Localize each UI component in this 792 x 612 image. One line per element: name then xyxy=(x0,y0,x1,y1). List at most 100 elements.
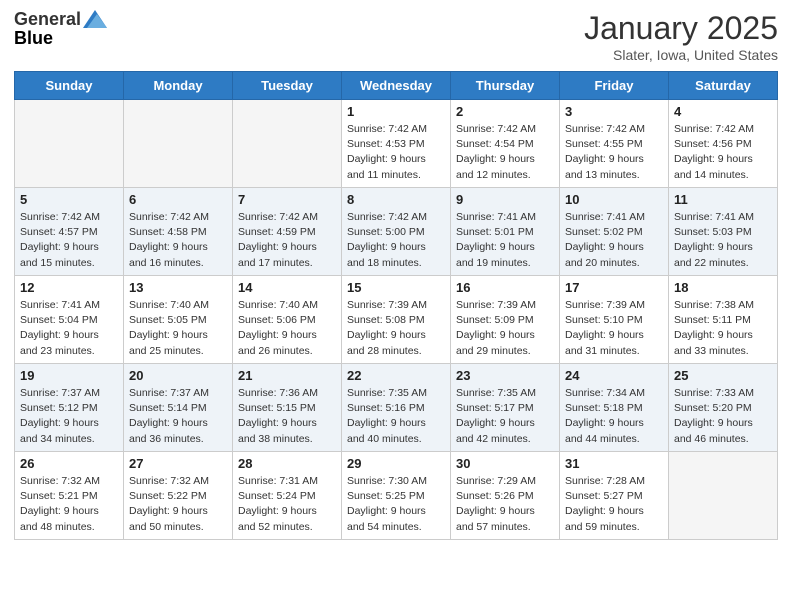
day-header-monday: Monday xyxy=(124,72,233,100)
day-detail: Sunrise: 7:35 AM Sunset: 5:16 PM Dayligh… xyxy=(347,386,445,447)
day-detail: Sunrise: 7:32 AM Sunset: 5:21 PM Dayligh… xyxy=(20,474,118,535)
day-number: 19 xyxy=(20,368,118,383)
day-detail: Sunrise: 7:42 AM Sunset: 4:57 PM Dayligh… xyxy=(20,210,118,271)
day-number: 9 xyxy=(456,192,554,207)
day-detail: Sunrise: 7:42 AM Sunset: 4:59 PM Dayligh… xyxy=(238,210,336,271)
calendar-cell xyxy=(15,100,124,188)
title-section: January 2025 Slater, Iowa, United States xyxy=(584,10,778,63)
calendar-cell: 8Sunrise: 7:42 AM Sunset: 5:00 PM Daylig… xyxy=(342,188,451,276)
calendar-table: SundayMondayTuesdayWednesdayThursdayFrid… xyxy=(14,71,778,540)
day-detail: Sunrise: 7:29 AM Sunset: 5:26 PM Dayligh… xyxy=(456,474,554,535)
week-row-1: 1 Sunrise: 7:42 AM Sunset: 4:53 PM Daylig… xyxy=(15,100,778,188)
week-row-3: 12Sunrise: 7:41 AM Sunset: 5:04 PM Dayli… xyxy=(15,276,778,364)
calendar-cell: 10 Sunrise: 7:41 AM Sunset: 5:02 PM Dayli… xyxy=(560,188,669,276)
day-number: 22 xyxy=(347,368,445,383)
day-number: 2 xyxy=(456,104,554,119)
calendar-cell: 15Sunrise: 7:39 AM Sunset: 5:08 PM Dayli… xyxy=(342,276,451,364)
day-number: 20 xyxy=(129,368,227,383)
day-detail: Sunrise: 7:30 AM Sunset: 5:25 PM Dayligh… xyxy=(347,474,445,535)
day-number: 25 xyxy=(674,368,772,383)
day-detail: Sunrise: 7:39 AM Sunset: 5:10 PM Dayligh… xyxy=(565,298,663,359)
day-detail: Sunrise: 7:40 AM Sunset: 5:06 PM Dayligh… xyxy=(238,298,336,359)
day-header-tuesday: Tuesday xyxy=(233,72,342,100)
calendar-cell xyxy=(669,452,778,540)
day-number: 5 xyxy=(20,192,118,207)
day-detail: Sunrise: 7:40 AM Sunset: 5:05 PM Dayligh… xyxy=(129,298,227,359)
logo-text: General xyxy=(14,10,107,28)
header: General Blue January 2025 Slater, Iowa, … xyxy=(14,10,778,63)
logo-icon xyxy=(83,10,107,28)
day-number: 28 xyxy=(238,456,336,471)
day-number: 1 xyxy=(347,104,445,119)
day-number: 23 xyxy=(456,368,554,383)
day-number: 11 xyxy=(674,192,772,207)
calendar-cell: 13 Sunrise: 7:40 AM Sunset: 5:05 PM Dayli… xyxy=(124,276,233,364)
day-detail: Sunrise: 7:31 AM Sunset: 5:24 PM Dayligh… xyxy=(238,474,336,535)
day-detail: Sunrise: 7:42 AM Sunset: 4:54 PM Dayligh… xyxy=(456,122,554,183)
day-number: 14 xyxy=(238,280,336,295)
day-detail: Sunrise: 7:41 AM Sunset: 5:04 PM Dayligh… xyxy=(20,298,118,359)
calendar-cell: 26Sunrise: 7:32 AM Sunset: 5:21 PM Dayli… xyxy=(15,452,124,540)
day-detail: Sunrise: 7:37 AM Sunset: 5:12 PM Dayligh… xyxy=(20,386,118,447)
day-detail: Sunrise: 7:42 AM Sunset: 4:56 PM Dayligh… xyxy=(674,122,772,183)
day-detail: Sunrise: 7:41 AM Sunset: 5:01 PM Dayligh… xyxy=(456,210,554,271)
calendar-cell: 14 Sunrise: 7:40 AM Sunset: 5:06 PM Dayli… xyxy=(233,276,342,364)
day-detail: Sunrise: 7:28 AM Sunset: 5:27 PM Dayligh… xyxy=(565,474,663,535)
day-detail: Sunrise: 7:38 AM Sunset: 5:11 PM Dayligh… xyxy=(674,298,772,359)
location: Slater, Iowa, United States xyxy=(584,47,778,63)
day-detail: Sunrise: 7:32 AM Sunset: 5:22 PM Dayligh… xyxy=(129,474,227,535)
day-number: 13 xyxy=(129,280,227,295)
day-number: 30 xyxy=(456,456,554,471)
calendar-cell: 6 Sunrise: 7:42 AM Sunset: 4:58 PM Daylig… xyxy=(124,188,233,276)
week-row-5: 26Sunrise: 7:32 AM Sunset: 5:21 PM Dayli… xyxy=(15,452,778,540)
day-detail: Sunrise: 7:42 AM Sunset: 4:53 PM Dayligh… xyxy=(347,122,445,183)
calendar-cell: 9 Sunrise: 7:41 AM Sunset: 5:01 PM Daylig… xyxy=(451,188,560,276)
week-row-2: 5 Sunrise: 7:42 AM Sunset: 4:57 PM Daylig… xyxy=(15,188,778,276)
day-number: 8 xyxy=(347,192,445,207)
day-detail: Sunrise: 7:35 AM Sunset: 5:17 PM Dayligh… xyxy=(456,386,554,447)
week-row-4: 19 Sunrise: 7:37 AM Sunset: 5:12 PM Dayli… xyxy=(15,364,778,452)
day-number: 27 xyxy=(129,456,227,471)
calendar-cell: 19 Sunrise: 7:37 AM Sunset: 5:12 PM Dayli… xyxy=(15,364,124,452)
calendar-cell: 4 Sunrise: 7:42 AM Sunset: 4:56 PM Daylig… xyxy=(669,100,778,188)
day-detail: Sunrise: 7:39 AM Sunset: 5:08 PM Dayligh… xyxy=(347,298,445,359)
day-detail: Sunrise: 7:39 AM Sunset: 5:09 PM Dayligh… xyxy=(456,298,554,359)
day-number: 18 xyxy=(674,280,772,295)
day-number: 17 xyxy=(565,280,663,295)
day-number: 10 xyxy=(565,192,663,207)
calendar-cell xyxy=(124,100,233,188)
header-row: SundayMondayTuesdayWednesdayThursdayFrid… xyxy=(15,72,778,100)
calendar-cell: 27 Sunrise: 7:32 AM Sunset: 5:22 PM Dayli… xyxy=(124,452,233,540)
logo-blue-text: Blue xyxy=(14,28,53,49)
day-number: 6 xyxy=(129,192,227,207)
day-detail: Sunrise: 7:42 AM Sunset: 4:58 PM Dayligh… xyxy=(129,210,227,271)
calendar-cell: 31Sunrise: 7:28 AM Sunset: 5:27 PM Dayli… xyxy=(560,452,669,540)
day-detail: Sunrise: 7:34 AM Sunset: 5:18 PM Dayligh… xyxy=(565,386,663,447)
calendar-cell: 7Sunrise: 7:42 AM Sunset: 4:59 PM Daylig… xyxy=(233,188,342,276)
day-number: 4 xyxy=(674,104,772,119)
day-number: 29 xyxy=(347,456,445,471)
logo-general: General xyxy=(14,10,81,28)
calendar-cell: 18 Sunrise: 7:38 AM Sunset: 5:11 PM Dayli… xyxy=(669,276,778,364)
calendar-cell: 20 Sunrise: 7:37 AM Sunset: 5:14 PM Dayli… xyxy=(124,364,233,452)
calendar-cell: 29 Sunrise: 7:30 AM Sunset: 5:25 PM Dayli… xyxy=(342,452,451,540)
day-number: 24 xyxy=(565,368,663,383)
day-detail: Sunrise: 7:33 AM Sunset: 5:20 PM Dayligh… xyxy=(674,386,772,447)
day-number: 3 xyxy=(565,104,663,119)
calendar-cell: 11Sunrise: 7:41 AM Sunset: 5:03 PM Dayli… xyxy=(669,188,778,276)
day-header-wednesday: Wednesday xyxy=(342,72,451,100)
month-title: January 2025 xyxy=(584,10,778,47)
day-header-saturday: Saturday xyxy=(669,72,778,100)
day-detail: Sunrise: 7:36 AM Sunset: 5:15 PM Dayligh… xyxy=(238,386,336,447)
day-header-sunday: Sunday xyxy=(15,72,124,100)
day-detail: Sunrise: 7:41 AM Sunset: 5:02 PM Dayligh… xyxy=(565,210,663,271)
day-header-thursday: Thursday xyxy=(451,72,560,100)
calendar-cell: 23 Sunrise: 7:35 AM Sunset: 5:17 PM Dayli… xyxy=(451,364,560,452)
calendar-cell: 1 Sunrise: 7:42 AM Sunset: 4:53 PM Daylig… xyxy=(342,100,451,188)
day-detail: Sunrise: 7:42 AM Sunset: 4:55 PM Dayligh… xyxy=(565,122,663,183)
calendar-cell: 28 Sunrise: 7:31 AM Sunset: 5:24 PM Dayli… xyxy=(233,452,342,540)
calendar-cell: 2 Sunrise: 7:42 AM Sunset: 4:54 PM Daylig… xyxy=(451,100,560,188)
day-number: 16 xyxy=(456,280,554,295)
calendar-cell: 25 Sunrise: 7:33 AM Sunset: 5:20 PM Dayli… xyxy=(669,364,778,452)
day-detail: Sunrise: 7:37 AM Sunset: 5:14 PM Dayligh… xyxy=(129,386,227,447)
